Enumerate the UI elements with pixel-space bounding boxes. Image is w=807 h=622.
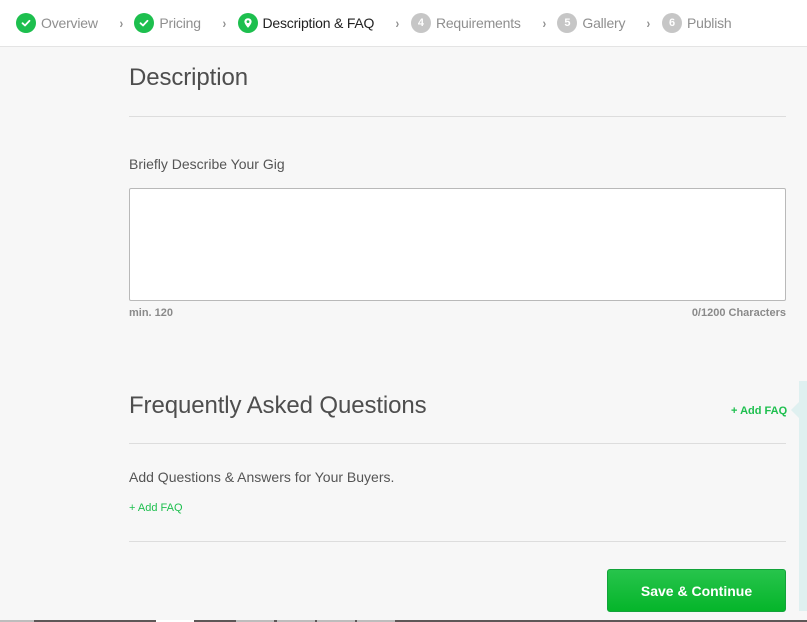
tooltip-panel-edge bbox=[799, 381, 807, 611]
description-field-label: Briefly Describe Your Gig bbox=[129, 156, 285, 172]
step-number-badge: 6 bbox=[662, 13, 682, 33]
step-number-badge: 4 bbox=[410, 13, 431, 33]
divider bbox=[129, 116, 786, 117]
step-label: Description & FAQ bbox=[262, 15, 375, 31]
check-icon bbox=[134, 13, 155, 33]
step-overview[interactable]: Overview bbox=[16, 13, 98, 33]
min-characters-hint: min. 120 bbox=[129, 307, 174, 319]
step-publish[interactable]: 6 Publish bbox=[662, 13, 732, 33]
description-textarea[interactable] bbox=[129, 188, 786, 301]
step-label: Gallery bbox=[582, 15, 626, 31]
divider bbox=[129, 541, 786, 542]
location-pin-icon bbox=[237, 13, 258, 33]
divider bbox=[129, 443, 786, 444]
step-label: Pricing bbox=[159, 15, 201, 31]
step-label: Overview bbox=[41, 15, 98, 31]
save-continue-button[interactable]: Save & Continue bbox=[607, 569, 786, 612]
description-title: Description bbox=[129, 64, 248, 91]
step-gallery[interactable]: 5 Gallery bbox=[557, 13, 626, 33]
check-icon bbox=[16, 13, 36, 33]
character-counter: 0/1200 Characters bbox=[691, 307, 786, 319]
chevron-right-icon: › bbox=[646, 15, 651, 31]
step-label: Requirements bbox=[435, 15, 521, 31]
chevron-right-icon: › bbox=[119, 15, 123, 31]
step-number-badge: 5 bbox=[557, 13, 578, 33]
step-requirements[interactable]: 4 Requirements bbox=[410, 13, 521, 33]
step-label: Publish bbox=[687, 15, 732, 31]
chevron-right-icon: › bbox=[542, 15, 546, 31]
step-pricing[interactable]: Pricing bbox=[134, 13, 201, 33]
add-faq-inline-link[interactable]: + Add FAQ bbox=[129, 502, 183, 514]
progress-stepper: Overview › Pricing › Description & FAQ ›… bbox=[0, 0, 807, 47]
faq-prompt: Add Questions & Answers for Your Buyers. bbox=[129, 469, 395, 485]
step-description-faq[interactable]: Description & FAQ bbox=[237, 13, 375, 33]
faq-title: Frequently Asked Questions bbox=[129, 392, 427, 419]
chevron-right-icon: › bbox=[395, 15, 400, 31]
add-faq-header-link[interactable]: + Add FAQ bbox=[731, 405, 787, 417]
chevron-right-icon: › bbox=[222, 15, 227, 31]
